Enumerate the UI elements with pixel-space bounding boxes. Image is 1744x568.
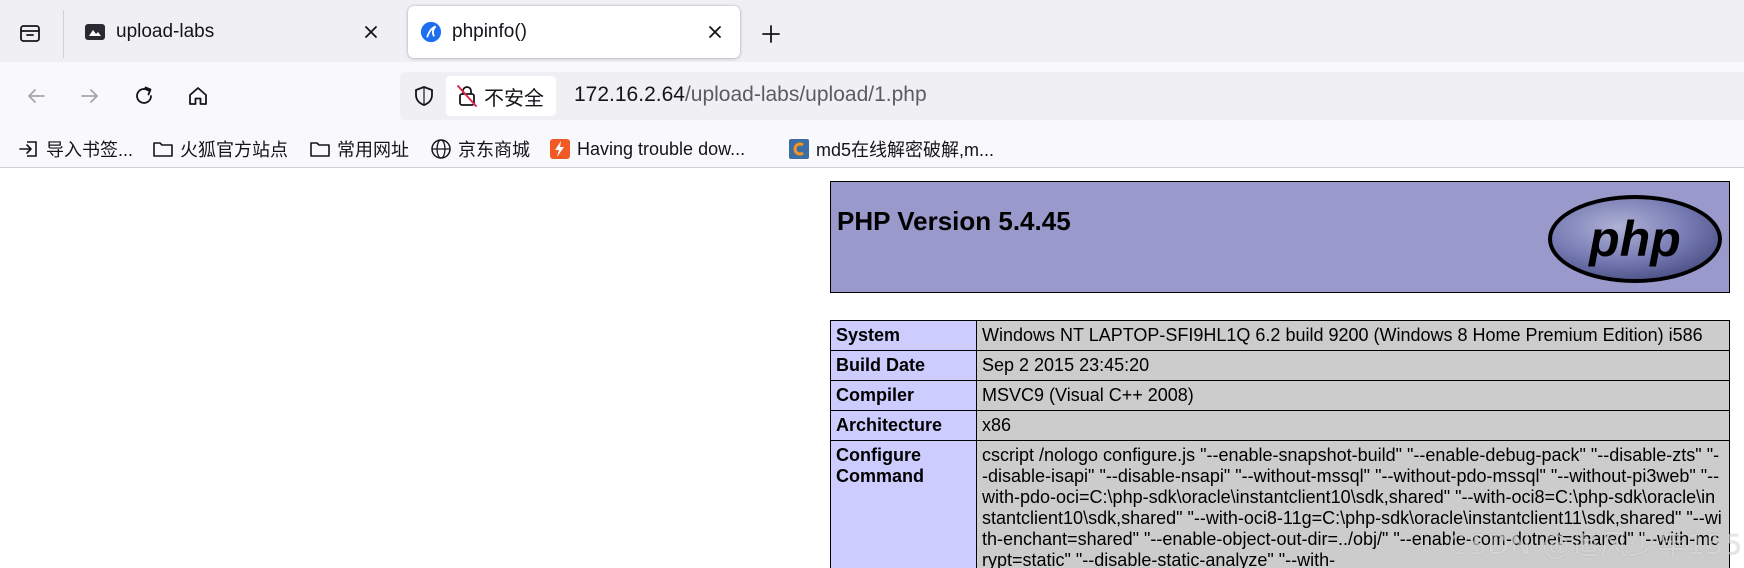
import-icon — [18, 138, 40, 160]
url-path: /upload-labs/upload/1.php — [684, 83, 927, 106]
forward-button[interactable] — [70, 76, 110, 116]
tab-phpinfo[interactable]: phpinfo() — [408, 6, 740, 58]
page-content: PHP Version 5.4.45 php System Windows NT… — [0, 169, 1744, 568]
table-row: Compiler MSVC9 (Visual C++ 2008) — [830, 380, 1730, 411]
upload-labs-favicon-icon — [84, 21, 106, 43]
bookmark-label: md5在线解密破解,m... — [816, 140, 995, 160]
php-version-title: PHP Version 5.4.45 — [837, 206, 1071, 236]
tab-upload-labs[interactable]: upload-labs — [66, 6, 396, 58]
bookmark-label: 京东商城 — [458, 140, 530, 160]
php-logo-text: php — [1587, 211, 1681, 267]
bookmarks-toolbar: 导入书签... 火狐官方站点 常用网址 京东商城 Having trouble … — [0, 130, 1744, 168]
url-host: 172.16.2.64 — [574, 83, 685, 106]
bookmark-folder-common[interactable]: 常用网址 — [309, 134, 409, 164]
arrow-left-icon — [28, 89, 45, 103]
connection-insecure-button[interactable]: 不安全 — [446, 76, 556, 116]
info-value: x86 — [976, 410, 1730, 441]
arrow-right-icon — [81, 89, 98, 103]
close-icon — [365, 26, 377, 38]
navigation-toolbar: 不安全 172.16.2.64/upload-labs/upload/1.php — [0, 62, 1744, 130]
tab-strip: upload-labs phpinfo() — [0, 0, 1744, 62]
table-row: System Windows NT LAPTOP-SFI9HL1Q 6.2 bu… — [830, 320, 1730, 351]
firefox-view-button[interactable] — [12, 18, 48, 48]
info-value: MSVC9 (Visual C++ 2008) — [976, 380, 1730, 411]
cmd5-favicon-icon — [788, 138, 810, 160]
folder-icon — [152, 138, 174, 160]
security-label: 不安全 — [484, 87, 544, 110]
tab-title: phpinfo() — [452, 21, 527, 42]
globe-icon — [430, 138, 452, 160]
back-button[interactable] — [16, 76, 56, 116]
info-key: Architecture — [830, 410, 977, 441]
close-tab-button[interactable] — [700, 17, 730, 47]
home-icon — [189, 87, 207, 105]
reload-button[interactable] — [124, 76, 164, 116]
bookmark-label: 火狐官方站点 — [180, 140, 288, 160]
insecure-lock-icon — [457, 85, 477, 107]
info-key: Build Date — [830, 350, 977, 381]
firefox-view-icon — [20, 25, 40, 42]
close-tab-button[interactable] — [356, 17, 386, 47]
url-text[interactable]: 172.16.2.64/upload-labs/upload/1.php — [574, 83, 927, 107]
php-logo-icon: php — [1548, 195, 1722, 283]
reload-icon — [136, 86, 152, 104]
address-bar[interactable]: 不安全 172.16.2.64/upload-labs/upload/1.php — [400, 72, 1744, 120]
firefox-nightly-icon — [420, 21, 442, 43]
bookmark-md5[interactable]: md5在线解密破解,m... — [788, 134, 994, 164]
plus-icon — [762, 25, 780, 43]
new-tab-button[interactable] — [754, 17, 788, 51]
tab-separator — [63, 10, 64, 58]
info-value: Sep 2 2015 23:45:20 — [976, 350, 1730, 381]
bolt-favicon-icon — [549, 138, 571, 160]
tab-title: upload-labs — [116, 21, 215, 42]
info-key: Compiler — [830, 380, 977, 411]
bookmark-label: 常用网址 — [337, 140, 409, 160]
bookmark-having-trouble[interactable]: Having trouble dow... — [549, 134, 745, 164]
info-value: Windows NT LAPTOP-SFI9HL1Q 6.2 build 920… — [976, 320, 1730, 351]
home-button[interactable] — [178, 76, 218, 116]
bookmark-import[interactable]: 导入书签... — [18, 134, 133, 164]
csdn-watermark: CSDN @追风少年155 — [1448, 528, 1744, 561]
bookmark-folder-firefox[interactable]: 火狐官方站点 — [152, 134, 288, 164]
php-version-header: PHP Version 5.4.45 php — [830, 181, 1730, 293]
table-row: Architecture x86 — [830, 410, 1730, 441]
shield-icon — [415, 86, 433, 106]
info-key: Configure Command — [830, 440, 977, 568]
table-row: Build Date Sep 2 2015 23:45:20 — [830, 350, 1730, 381]
tracking-protection-button[interactable] — [410, 82, 438, 110]
bookmark-label: 导入书签... — [46, 140, 134, 160]
close-icon — [709, 26, 721, 38]
info-key: System — [830, 320, 977, 351]
folder-icon — [309, 138, 331, 160]
bookmark-label: Having trouble dow... — [577, 138, 746, 159]
bookmark-jd[interactable]: 京东商城 — [430, 134, 530, 164]
